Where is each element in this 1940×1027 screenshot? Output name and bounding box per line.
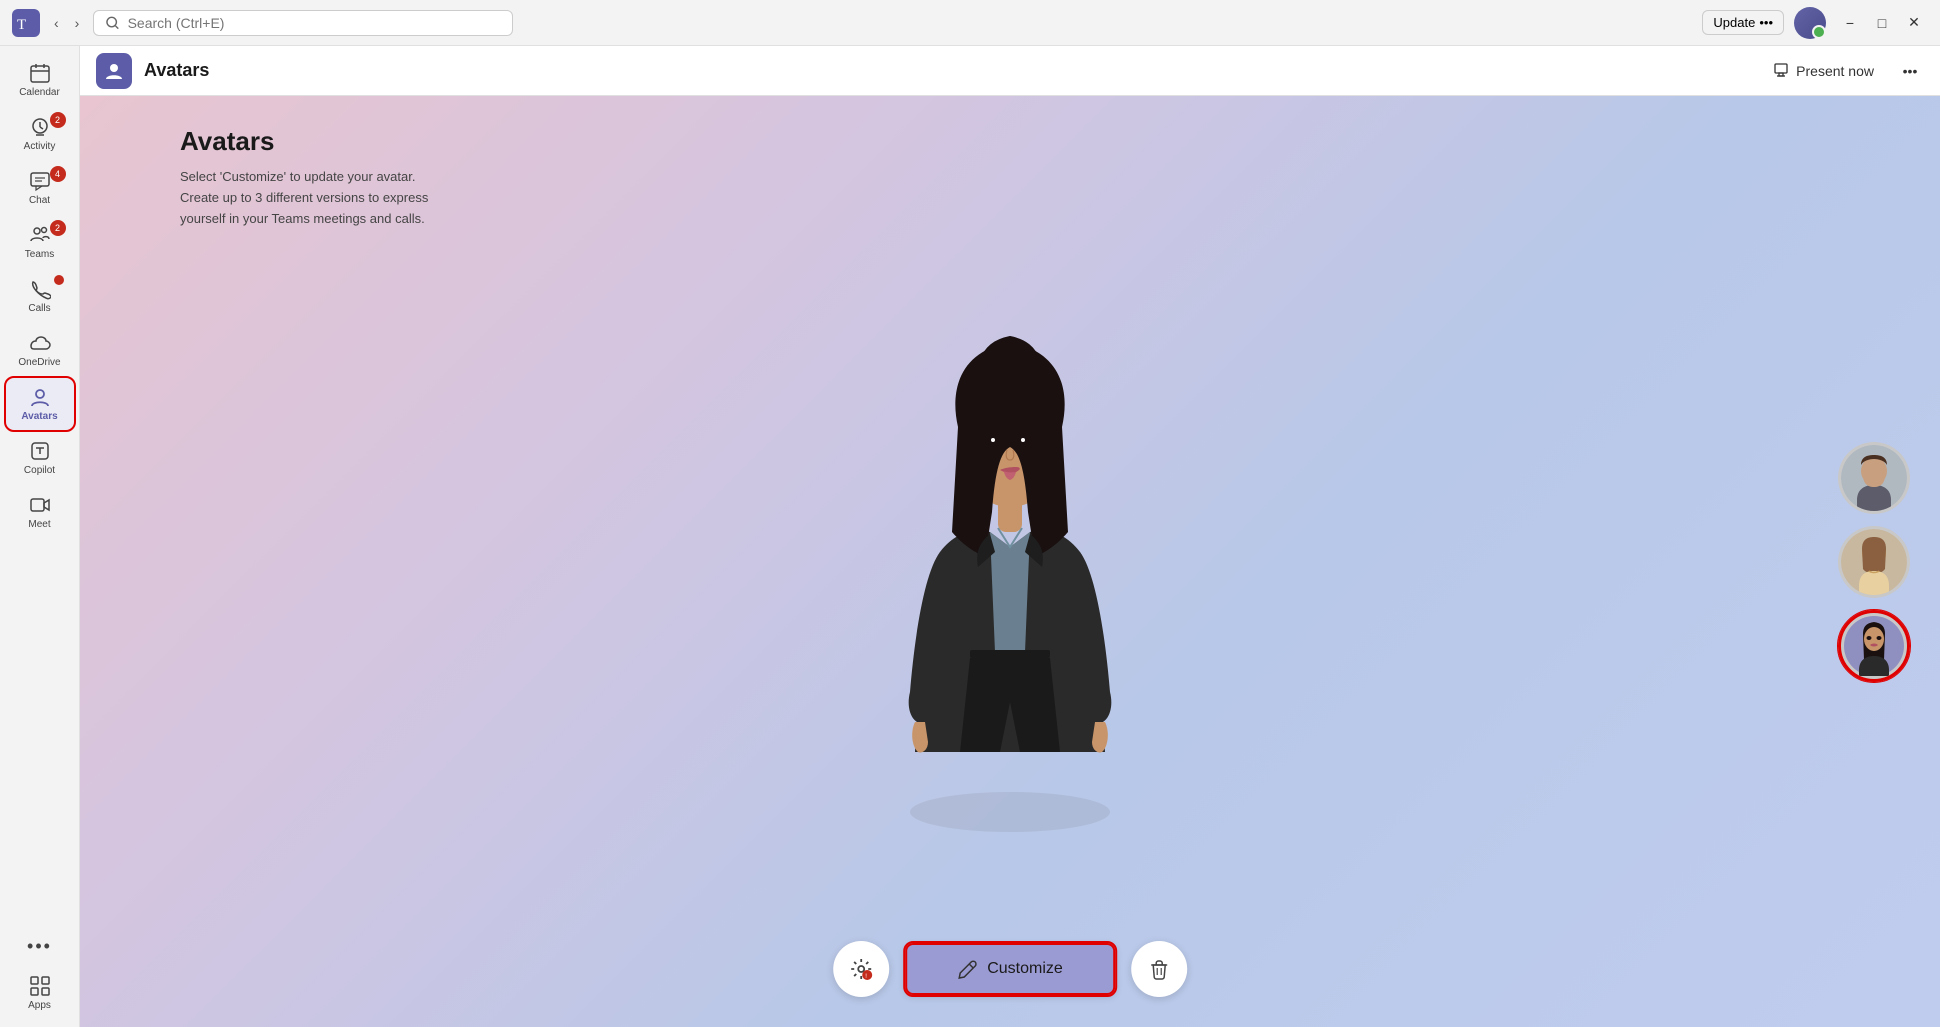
delete-icon (1148, 958, 1170, 980)
customize-pencil-icon (957, 959, 977, 979)
sidebar-item-label-teams: Teams (25, 249, 54, 260)
avatar-thumb-3[interactable] (1838, 610, 1910, 682)
app-icon (96, 53, 132, 89)
minimize-button[interactable]: − (1836, 9, 1864, 37)
sidebar: Calendar Activity 2 Chat 4 (0, 46, 80, 1027)
header-more-button[interactable]: ••• (1896, 57, 1924, 85)
sidebar-item-label-onedrive: OneDrive (18, 357, 60, 368)
sidebar-item-label-avatars: Avatars (21, 411, 57, 422)
nav-arrows: ‹ › (48, 11, 85, 35)
apps-icon (29, 975, 51, 997)
teams-logo-icon: T (12, 9, 40, 37)
sidebar-item-avatars[interactable]: Avatars (6, 378, 74, 430)
sidebar-more-button[interactable]: ••• (19, 928, 60, 965)
avatar[interactable] (1794, 7, 1826, 39)
avatar-thumbnails (1838, 442, 1910, 682)
content-area: Avatars Select 'Customize' to update you… (80, 96, 1940, 1027)
app-avatar-icon (104, 61, 124, 81)
sidebar-item-meet[interactable]: Meet (6, 486, 74, 538)
sidebar-item-label-meet: Meet (28, 519, 50, 530)
bottom-controls: ! Customize (833, 941, 1187, 997)
teams-nav-icon (29, 224, 51, 246)
avatar-page-title: Avatars (180, 126, 428, 157)
app-area: Avatars Present now ••• Avatars Sel (80, 46, 1940, 1027)
customize-button[interactable]: Customize (905, 943, 1115, 995)
delete-button[interactable] (1131, 941, 1187, 997)
title-bar-right: Update ••• − □ ✕ (1702, 7, 1928, 39)
calendar-icon (29, 62, 51, 84)
sidebar-item-label-activity: Activity (24, 141, 56, 152)
sidebar-item-apps[interactable]: Apps (6, 967, 74, 1019)
avatar-description-line3: yourself in your Teams meetings and call… (180, 209, 428, 230)
search-bar[interactable] (93, 10, 513, 36)
thumb-avatar-3 (1844, 616, 1904, 676)
onedrive-icon (29, 332, 51, 354)
calls-badge-dot (54, 275, 64, 285)
sidebar-item-label-calendar: Calendar (19, 87, 60, 98)
sidebar-item-chat[interactable]: Chat 4 (6, 162, 74, 214)
search-icon (106, 16, 119, 30)
avatars-icon (29, 386, 51, 408)
app-header-left: Avatars (96, 53, 209, 89)
chat-icon (29, 170, 51, 192)
calls-icon (29, 278, 51, 300)
avatar-info: Avatars Select 'Customize' to update you… (180, 126, 428, 229)
title-bar-left: T ‹ › (12, 9, 513, 37)
chat-badge: 4 (50, 166, 66, 182)
present-icon (1774, 63, 1790, 79)
update-label: Update (1713, 15, 1755, 30)
svg-text:T: T (17, 17, 26, 33)
sidebar-item-label-copilot: Copilot (24, 465, 55, 476)
window-controls: − □ ✕ (1836, 9, 1928, 37)
thumb-avatar-2 (1841, 529, 1907, 595)
copilot-icon (29, 440, 51, 462)
sidebar-item-label-calls: Calls (28, 303, 50, 314)
avatar-display (80, 96, 1940, 1027)
avatar-thumb-1[interactable] (1838, 442, 1910, 514)
customize-label: Customize (987, 960, 1063, 978)
avatar-description-line1: Select 'Customize' to update your avatar… (180, 167, 428, 188)
sidebar-item-teams[interactable]: Teams 2 (6, 216, 74, 268)
nav-forward-button[interactable]: › (69, 11, 86, 35)
present-now-label: Present now (1796, 63, 1874, 79)
activity-badge: 2 (50, 112, 66, 128)
app-title: Avatars (144, 60, 209, 81)
settings-button[interactable]: ! (833, 941, 889, 997)
title-bar: T ‹ › Update ••• − □ ✕ (0, 0, 1940, 46)
sidebar-item-copilot[interactable]: Copilot (6, 432, 74, 484)
search-input[interactable] (128, 15, 501, 31)
present-now-button[interactable]: Present now (1762, 57, 1886, 85)
update-more: ••• (1759, 15, 1773, 30)
main-layout: Calendar Activity 2 Chat 4 (0, 46, 1940, 1027)
activity-icon (29, 116, 51, 138)
sidebar-item-activity[interactable]: Activity 2 (6, 108, 74, 160)
sidebar-item-onedrive[interactable]: OneDrive (6, 324, 74, 376)
settings-icon: ! (849, 957, 873, 981)
thumb-avatar-1 (1841, 445, 1907, 511)
app-header-right: Present now ••• (1762, 57, 1924, 85)
avatar-thumb-2[interactable] (1838, 526, 1910, 598)
avatar-description-line2: Create up to 3 different versions to exp… (180, 188, 428, 209)
nav-back-button[interactable]: ‹ (48, 11, 65, 35)
maximize-button[interactable]: □ (1868, 9, 1896, 37)
app-header: Avatars Present now ••• (80, 46, 1940, 96)
teams-badge: 2 (50, 220, 66, 236)
sidebar-item-label-apps: Apps (28, 1000, 51, 1011)
main-avatar-figure (850, 272, 1170, 852)
close-button[interactable]: ✕ (1900, 9, 1928, 37)
meet-icon (29, 494, 51, 516)
sidebar-item-calendar[interactable]: Calendar (6, 54, 74, 106)
sidebar-item-label-chat: Chat (29, 195, 50, 206)
sidebar-item-calls[interactable]: Calls (6, 270, 74, 322)
update-button[interactable]: Update ••• (1702, 10, 1784, 35)
